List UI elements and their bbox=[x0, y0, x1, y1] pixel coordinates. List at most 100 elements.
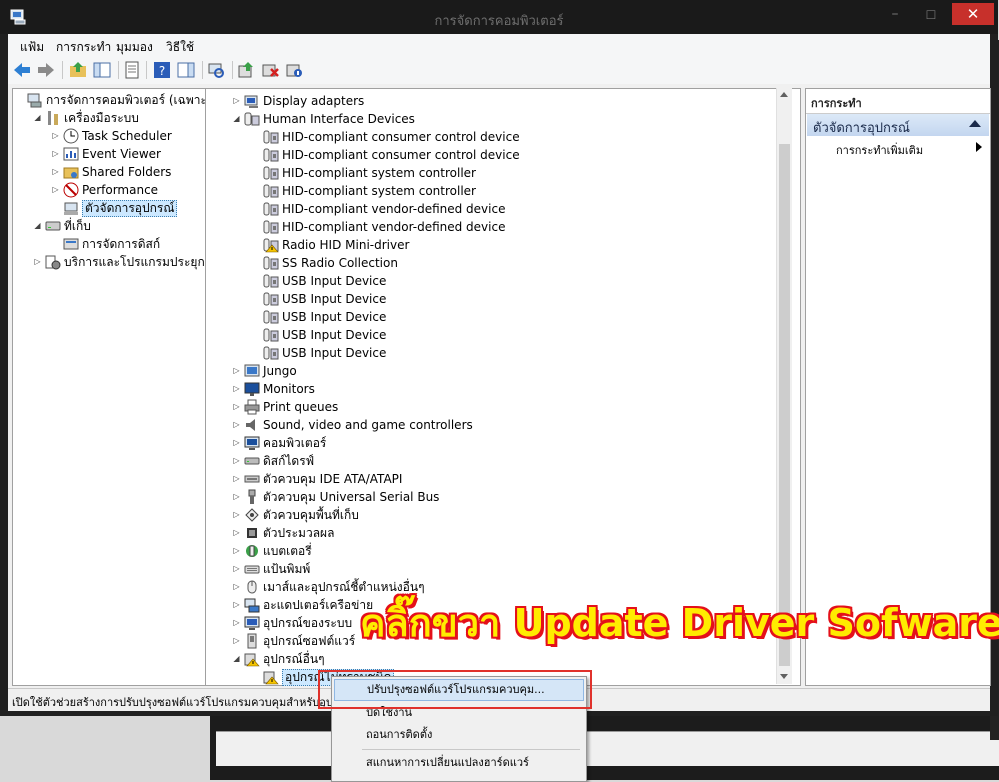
show-hide-tree-icon[interactable] bbox=[92, 60, 112, 80]
collapsed-arrow-icon[interactable]: ▷ bbox=[51, 127, 60, 145]
console-tree-item[interactable]: ◢ เครื่องมือระบบ bbox=[33, 109, 205, 127]
device-tree-item[interactable]: ▷ ตัวประมวลผล bbox=[232, 524, 784, 542]
device-tree-item[interactable]: HID-compliant consumer control device bbox=[251, 128, 784, 146]
console-tree-item[interactable]: ▷ Task Scheduler bbox=[51, 127, 205, 145]
menu-view[interactable]: มุมมอง bbox=[116, 38, 153, 57]
device-tree-item[interactable]: USB Input Device bbox=[251, 272, 784, 290]
console-tree-item[interactable]: การจัดการดิสก์ bbox=[51, 235, 205, 253]
uninstall-device-icon[interactable] bbox=[260, 60, 280, 80]
device-tree-item[interactable]: ▷ ตัวควบคุม IDE ATA/ATAPI bbox=[232, 470, 784, 488]
console-tree-item[interactable]: ◢ ที่เก็บ bbox=[33, 217, 205, 235]
device-tree-item[interactable]: ▷ Display adapters bbox=[232, 92, 784, 110]
device-tree-item[interactable]: USB Input Device bbox=[251, 290, 784, 308]
device-tree-item[interactable]: HID-compliant system controller bbox=[251, 164, 784, 182]
hid-device-icon bbox=[263, 183, 279, 199]
device-manager-icon bbox=[63, 200, 79, 216]
console-tree-item[interactable]: ▷ บริการและโปรแกรมประยุกต์ bbox=[33, 253, 213, 271]
context-uninstall[interactable]: ถอนการติดตั้ง bbox=[334, 724, 582, 746]
console-tree-item[interactable]: ตัวจัดการอุปกรณ์ bbox=[51, 199, 205, 217]
forward-arrow-icon[interactable] bbox=[36, 60, 56, 80]
device-tree-item[interactable]: SS Radio Collection bbox=[251, 254, 784, 272]
console-tree-item[interactable]: ▷ Performance bbox=[51, 181, 205, 199]
device-tree-item[interactable]: ▷ Jungo bbox=[232, 362, 784, 380]
update-driver-icon[interactable] bbox=[236, 60, 256, 80]
collapsed-arrow-icon[interactable]: ▷ bbox=[232, 560, 241, 578]
hid-device-icon bbox=[263, 129, 279, 145]
device-tree-item[interactable]: USB Input Device bbox=[251, 344, 784, 362]
console-tree-pane[interactable]: การจัดการคอมพิวเตอร์ (เฉพาะที่) ◢ เครื่องม… bbox=[12, 88, 220, 686]
title-bar[interactable]: การจัดการคอมพิวเตอร์ – ☐ ✕ bbox=[0, 0, 998, 34]
collapsed-arrow-icon[interactable]: ▷ bbox=[232, 92, 241, 110]
scroll-down-arrow-icon[interactable] bbox=[780, 674, 788, 679]
device-tree-item[interactable]: USB Input Device bbox=[251, 326, 784, 344]
expanded-arrow-icon[interactable]: ◢ bbox=[232, 110, 241, 128]
console-tree-item[interactable]: ▷ Shared Folders bbox=[51, 163, 205, 181]
device-tree-item[interactable]: HID-compliant vendor-defined device bbox=[251, 200, 784, 218]
action-pane-icon[interactable] bbox=[176, 60, 196, 80]
disk-drive-icon bbox=[244, 453, 260, 469]
close-button[interactable]: ✕ bbox=[952, 3, 994, 25]
device-tree-item[interactable]: HID-compliant vendor-defined device bbox=[251, 218, 784, 236]
device-tree-item[interactable]: ▷ ตัวควบคุมพื้นที่เก็บ bbox=[232, 506, 784, 524]
collapsed-arrow-icon[interactable]: ▷ bbox=[232, 632, 241, 650]
tree-item-label: Sound, video and game controllers bbox=[263, 418, 473, 432]
scrollbar-thumb[interactable] bbox=[779, 144, 790, 666]
expanded-arrow-icon[interactable]: ◢ bbox=[33, 109, 42, 127]
collapsed-arrow-icon[interactable]: ▷ bbox=[51, 163, 60, 181]
tree-item-label: เครื่องมือระบบ bbox=[64, 111, 139, 125]
scroll-up-arrow-icon[interactable] bbox=[780, 92, 788, 97]
expanded-arrow-icon[interactable]: ◢ bbox=[33, 217, 42, 235]
console-tree-item[interactable]: การจัดการคอมพิวเตอร์ (เฉพาะที่) bbox=[15, 91, 220, 109]
menu-help[interactable]: วิธีใช้ bbox=[166, 38, 194, 57]
properties-icon[interactable] bbox=[122, 60, 142, 80]
performance-icon bbox=[63, 182, 79, 198]
collapsed-arrow-icon[interactable]: ▷ bbox=[232, 380, 241, 398]
collapsed-arrow-icon[interactable]: ▷ bbox=[232, 506, 241, 524]
device-tree-item[interactable]: USB Input Device bbox=[251, 308, 784, 326]
collapsed-arrow-icon[interactable]: ▷ bbox=[232, 398, 241, 416]
collapsed-arrow-icon[interactable]: ▷ bbox=[232, 452, 241, 470]
up-folder-icon[interactable] bbox=[68, 60, 88, 80]
help-icon[interactable]: ? bbox=[152, 60, 172, 80]
maximize-button[interactable]: ☐ bbox=[916, 6, 946, 26]
collapsed-arrow-icon[interactable]: ▷ bbox=[232, 416, 241, 434]
collapsed-arrow-icon[interactable]: ▷ bbox=[232, 524, 241, 542]
device-tree-item[interactable]: HID-compliant consumer control device bbox=[251, 146, 784, 164]
expanded-arrow-icon[interactable]: ◢ bbox=[232, 650, 241, 668]
highlight-box bbox=[318, 670, 592, 709]
device-tree-item[interactable]: ▷ Sound, video and game controllers bbox=[232, 416, 784, 434]
collapsed-arrow-icon[interactable]: ▷ bbox=[232, 362, 241, 380]
minimize-button[interactable]: – bbox=[880, 6, 910, 26]
device-tree-item[interactable]: ▷ ตัวควบคุม Universal Serial Bus bbox=[232, 488, 784, 506]
device-tree-item[interactable]: Radio HID Mini-driver bbox=[251, 236, 784, 254]
collapsed-arrow-icon[interactable]: ▷ bbox=[232, 434, 241, 452]
collapsed-arrow-icon[interactable]: ▷ bbox=[232, 542, 241, 560]
device-tree-item[interactable]: ▷ Print queues bbox=[232, 398, 784, 416]
context-scan-hardware[interactable]: สแกนหาการเปลี่ยนแปลงฮาร์ดแวร์ bbox=[334, 752, 582, 774]
device-tree-item[interactable]: ▷ Monitors bbox=[232, 380, 784, 398]
collapsed-arrow-icon[interactable]: ▷ bbox=[232, 470, 241, 488]
menu-action[interactable]: การกระทำ bbox=[56, 38, 111, 57]
device-tree-item[interactable]: ▷ แบตเตอรี่ bbox=[232, 542, 784, 560]
collapsed-arrow-icon[interactable]: ▷ bbox=[33, 253, 42, 271]
scan-hardware-icon[interactable] bbox=[206, 60, 226, 80]
device-tree-item[interactable]: ▷ แป้นพิมพ์ bbox=[232, 560, 784, 578]
collapsed-arrow-icon[interactable]: ▷ bbox=[232, 596, 241, 614]
actions-section-device-manager[interactable]: ตัวจัดการอุปกรณ์ bbox=[807, 114, 989, 136]
collapse-arrow-icon[interactable] bbox=[969, 120, 981, 127]
device-tree-item[interactable]: ▷ ดิสก์ไดรฟ์ bbox=[232, 452, 784, 470]
disable-device-icon[interactable] bbox=[284, 60, 304, 80]
collapsed-arrow-icon[interactable]: ▷ bbox=[232, 614, 241, 632]
console-tree-item[interactable]: ▷ Event Viewer bbox=[51, 145, 205, 163]
collapsed-arrow-icon[interactable]: ▷ bbox=[232, 488, 241, 506]
device-tree-item[interactable]: HID-compliant system controller bbox=[251, 182, 784, 200]
collapsed-arrow-icon[interactable]: ▷ bbox=[51, 145, 60, 163]
tree-item-label: ที่เก็บ bbox=[64, 219, 91, 233]
device-tree-item[interactable]: ◢ Human Interface Devices bbox=[232, 110, 784, 128]
more-actions-item[interactable]: การกระทำเพิ่มเติม bbox=[836, 141, 923, 159]
menu-file[interactable]: แฟ้ม bbox=[20, 38, 44, 57]
collapsed-arrow-icon[interactable]: ▷ bbox=[232, 578, 241, 596]
collapsed-arrow-icon[interactable]: ▷ bbox=[51, 181, 60, 199]
back-arrow-icon[interactable] bbox=[12, 60, 32, 80]
device-tree-item[interactable]: ▷ คอมพิวเตอร์ bbox=[232, 434, 784, 452]
